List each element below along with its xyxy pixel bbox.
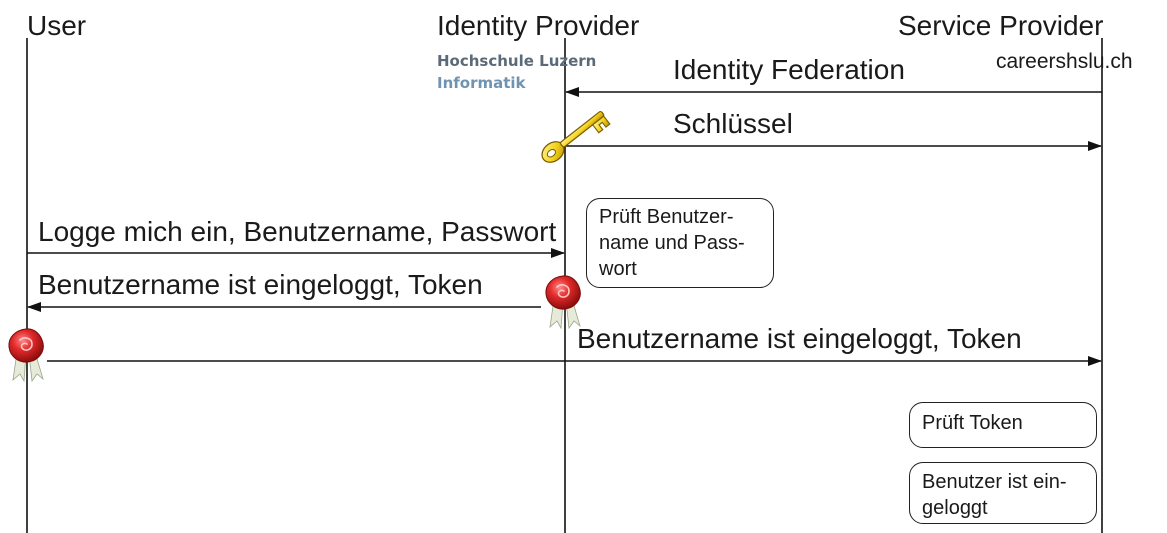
key-icon bbox=[541, 111, 611, 163]
actor-user: User bbox=[27, 10, 87, 41]
check-credentials-note: Prüft Benutzer- name und Pass- wort bbox=[586, 198, 774, 288]
note-line: geloggt bbox=[922, 497, 988, 519]
wax-seal-icon bbox=[8, 328, 45, 382]
logged-in-to-sp-label: Benutzername ist eingeloggt, Token bbox=[577, 323, 1022, 354]
actor-identity-provider: Identity Provider bbox=[437, 10, 640, 41]
note-line: name und Pass- bbox=[599, 232, 745, 254]
idp-logo-line1: Hochschule Luzern bbox=[437, 52, 597, 70]
user-logged-in-note: Benutzer ist ein- geloggt bbox=[909, 462, 1097, 524]
idp-logo-line2: Informatik bbox=[437, 74, 526, 92]
note-line: Prüft Token bbox=[922, 412, 1023, 434]
login-label: Logge mich ein, Benutzername, Passwort bbox=[38, 216, 557, 247]
actor-service-provider: Service Provider bbox=[898, 10, 1104, 41]
wax-seal-icon bbox=[545, 275, 582, 329]
sp-domain-label: careershslu.ch bbox=[996, 50, 1133, 73]
schluessel-label: Schlüssel bbox=[673, 108, 793, 139]
identity-federation-label: Identity Federation bbox=[673, 54, 905, 85]
sequence-diagram bbox=[8, 38, 1103, 533]
note-line: Prüft Benutzer- bbox=[599, 206, 734, 228]
check-token-note: Prüft Token bbox=[909, 402, 1097, 448]
logged-in-to-user-label: Benutzername ist eingeloggt, Token bbox=[38, 269, 483, 300]
note-line: Benutzer ist ein- bbox=[922, 471, 1067, 493]
note-line: wort bbox=[599, 258, 637, 280]
